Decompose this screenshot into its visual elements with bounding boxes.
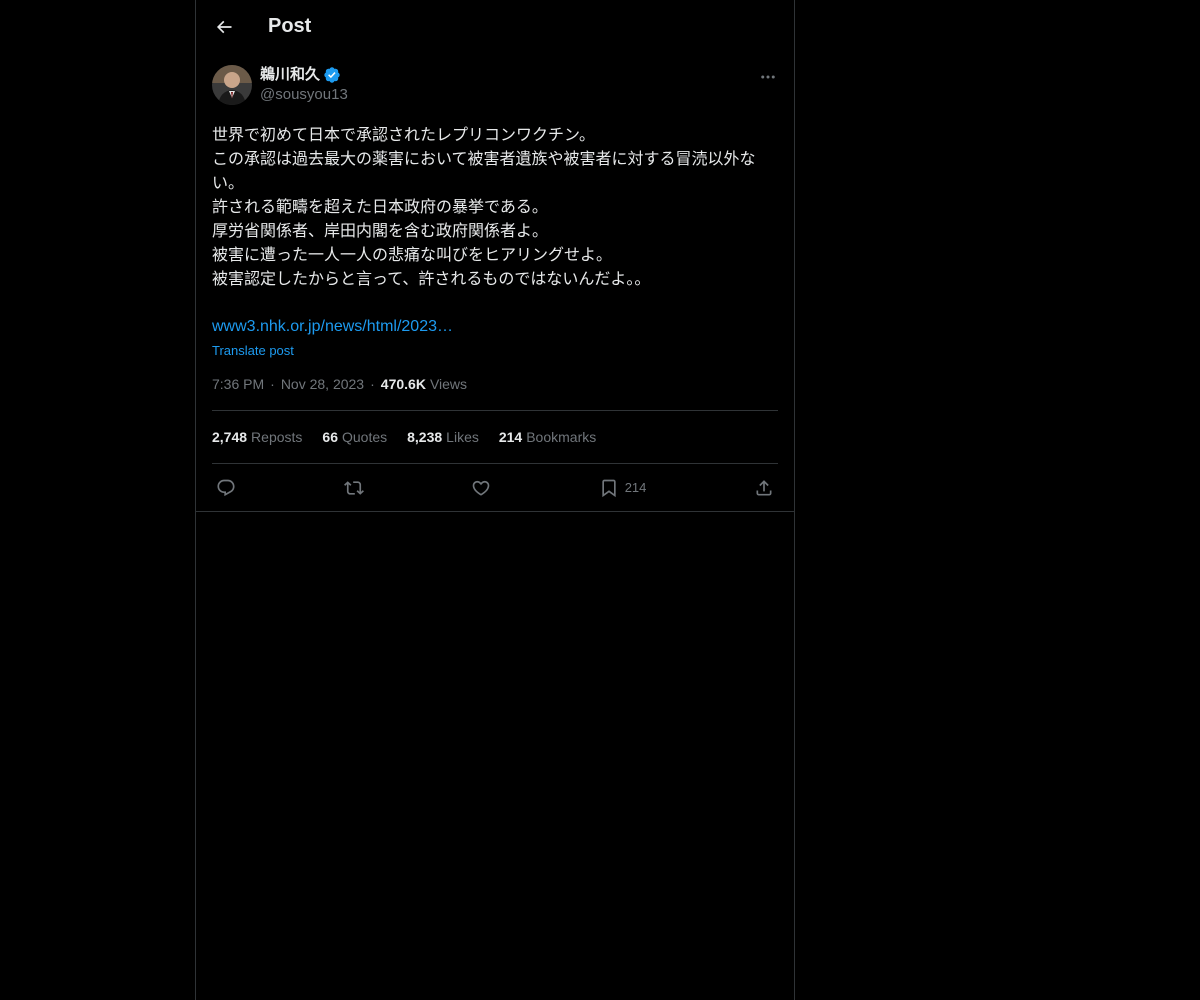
like-button[interactable] bbox=[471, 478, 491, 498]
reposts-count: 2,748 bbox=[212, 429, 248, 445]
bookmark-icon bbox=[602, 479, 616, 497]
views-label: Views bbox=[429, 376, 468, 392]
engagement-stats: 2,748 Reposts 66 Quotes 8,238 Likes 214 Book… bbox=[212, 411, 778, 464]
main-column: Post 鵜川和久 @sousyou13 世界で初めて日本で承認されたレプリコン… bbox=[195, 0, 795, 1000]
meta-separator: · bbox=[370, 376, 375, 392]
quotes-label: Quotes bbox=[341, 429, 388, 445]
avatar-image bbox=[212, 65, 252, 105]
post-text: 世界で初めて日本で承認されたレプリコンワクチン。 この承認は過去最大の薬害におい… bbox=[212, 125, 756, 288]
quotes-stat[interactable]: 66 Quotes bbox=[322, 429, 387, 445]
views-count: 470.6K bbox=[380, 376, 426, 392]
post-date[interactable]: Nov 28, 2023 bbox=[281, 376, 364, 392]
author-name[interactable]: 鵜川和久 bbox=[260, 65, 320, 85]
post-meta: 7:36 PM · Nov 28, 2023 · 470.6K Views bbox=[212, 374, 778, 411]
post-time[interactable]: 7:36 PM bbox=[212, 376, 264, 392]
bookmarks-stat[interactable]: 214 Bookmarks bbox=[499, 429, 596, 445]
bookmark-button[interactable]: 214 bbox=[599, 478, 647, 498]
author-info: 鵜川和久 @sousyou13 bbox=[260, 65, 348, 105]
quotes-count: 66 bbox=[322, 429, 338, 445]
repost-icon bbox=[343, 480, 364, 495]
back-button[interactable] bbox=[210, 13, 238, 41]
share-button[interactable] bbox=[754, 478, 774, 498]
bookmarks-label: Bookmarks bbox=[526, 429, 597, 445]
action-bar: 214 bbox=[212, 464, 778, 511]
post-link[interactable]: www3.nhk.or.jp/news/html/2023… bbox=[212, 315, 778, 339]
more-options-button[interactable] bbox=[758, 67, 778, 87]
meta-separator: · bbox=[270, 376, 275, 392]
bookmarks-count: 214 bbox=[498, 429, 523, 445]
author-handle[interactable]: @sousyou13 bbox=[260, 85, 348, 105]
top-bar: Post bbox=[196, 0, 794, 53]
bookmark-count: 214 bbox=[624, 480, 647, 495]
reply-button[interactable] bbox=[216, 478, 236, 498]
more-horizontal-icon bbox=[761, 75, 775, 79]
post: 鵜川和久 @sousyou13 世界で初めて日本で承認されたレプリコンワクチン。… bbox=[196, 53, 794, 512]
reply-icon bbox=[217, 479, 235, 496]
avatar[interactable] bbox=[212, 65, 252, 105]
author-row: 鵜川和久 @sousyou13 bbox=[212, 65, 778, 109]
repost-button[interactable] bbox=[343, 478, 364, 498]
reposts-stat[interactable]: 2,748 Reposts bbox=[212, 429, 302, 445]
arrow-left-icon bbox=[216, 20, 232, 33]
likes-stat[interactable]: 8,238 Likes bbox=[407, 429, 479, 445]
author-name-line: 鵜川和久 bbox=[260, 65, 348, 85]
likes-count: 8,238 bbox=[407, 429, 443, 445]
heart-icon bbox=[472, 480, 490, 496]
share-icon bbox=[756, 479, 772, 495]
translate-post-link[interactable]: Translate post bbox=[212, 343, 778, 358]
verified-badge-icon bbox=[324, 67, 340, 83]
reposts-label: Reposts bbox=[251, 429, 303, 445]
page-title: Post bbox=[268, 15, 312, 37]
likes-label: Likes bbox=[446, 429, 479, 445]
